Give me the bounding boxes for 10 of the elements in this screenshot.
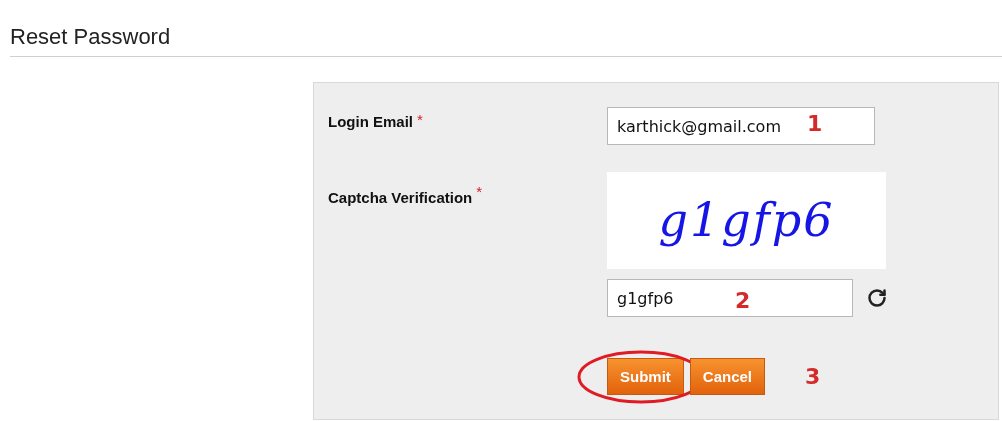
- captcha-text: g1gfp6: [657, 191, 836, 249]
- annotation-number: 3: [805, 364, 821, 389]
- annotation-number: 1: [807, 111, 823, 136]
- field-label: Login Email *: [328, 110, 424, 132]
- required-mark: *: [417, 111, 423, 128]
- field-label: Captcha Verification *: [328, 182, 484, 208]
- required-mark: *: [476, 183, 483, 200]
- page-title: Reset Password: [10, 24, 172, 50]
- annotation-number: 2: [735, 288, 751, 313]
- refresh-icon[interactable]: [867, 288, 887, 308]
